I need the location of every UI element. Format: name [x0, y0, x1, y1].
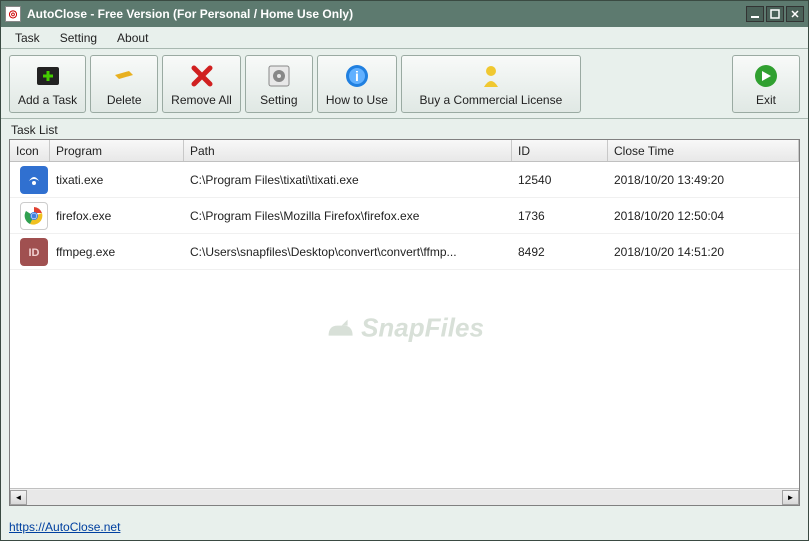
menu-setting[interactable]: Setting	[50, 29, 107, 47]
footer: https://AutoClose.net	[1, 514, 808, 540]
content-area: Task List Icon Program Path ID Close Tim…	[1, 119, 808, 514]
info-icon: i	[342, 61, 372, 91]
watermark: SnapFiles	[325, 313, 484, 344]
window-title: AutoClose - Free Version (For Personal /…	[27, 7, 746, 21]
minimize-icon	[750, 9, 760, 19]
svg-text:i: i	[355, 68, 359, 84]
titlebar: ◎ AutoClose - Free Version (For Personal…	[1, 1, 808, 27]
list-header: Icon Program Path ID Close Time	[10, 140, 799, 162]
maximize-button[interactable]	[766, 6, 784, 22]
cell-program: ffmpeg.exe	[50, 242, 184, 262]
remove-all-icon	[187, 61, 217, 91]
svg-text:ID: ID	[29, 247, 40, 259]
chrome-icon	[20, 202, 48, 230]
exit-button[interactable]: Exit	[732, 55, 800, 113]
toolbar: Add a Task Delete Remove All Setting i H…	[1, 49, 808, 119]
delete-button[interactable]: Delete	[90, 55, 158, 113]
delete-label: Delete	[107, 93, 142, 107]
remove-all-label: Remove All	[171, 93, 232, 107]
remove-all-button[interactable]: Remove All	[162, 55, 241, 113]
exit-label: Exit	[756, 93, 776, 107]
cell-path: C:\Program Files\tixati\tixati.exe	[184, 170, 512, 190]
close-icon	[790, 9, 800, 19]
minimize-button[interactable]	[746, 6, 764, 22]
cell-program: firefox.exe	[50, 206, 184, 226]
cell-time: 2018/10/20 14:51:20	[608, 242, 799, 262]
cell-id: 1736	[512, 206, 608, 226]
menubar: Task Setting About	[1, 27, 808, 49]
add-task-button[interactable]: Add a Task	[9, 55, 86, 113]
task-list: Icon Program Path ID Close Time tixati.e…	[9, 139, 800, 506]
app-window: ◎ AutoClose - Free Version (For Personal…	[0, 0, 809, 541]
header-icon[interactable]: Icon	[10, 140, 50, 161]
cell-program: tixati.exe	[50, 170, 184, 190]
app-icon: ◎	[5, 6, 21, 22]
cell-path: C:\Users\snapfiles\Desktop\convert\conve…	[184, 242, 512, 262]
cell-id: 8492	[512, 242, 608, 262]
table-row[interactable]: tixati.exe C:\Program Files\tixati\tixat…	[10, 162, 799, 198]
cell-time: 2018/10/20 12:50:04	[608, 206, 799, 226]
delete-icon	[109, 61, 139, 91]
setting-label: Setting	[260, 93, 297, 107]
how-to-use-button[interactable]: i How to Use	[317, 55, 397, 113]
task-list-label: Task List	[9, 123, 800, 137]
id-icon: ID	[20, 238, 48, 266]
exit-icon	[751, 61, 781, 91]
maximize-icon	[770, 9, 780, 19]
menu-task[interactable]: Task	[5, 29, 50, 47]
add-task-label: Add a Task	[18, 93, 77, 107]
scroll-left-button[interactable]: ◄	[10, 490, 27, 505]
scroll-track[interactable]	[27, 490, 782, 505]
cell-time: 2018/10/20 13:49:20	[608, 170, 799, 190]
close-button[interactable]	[786, 6, 804, 22]
table-row[interactable]: firefox.exe C:\Program Files\Mozilla Fir…	[10, 198, 799, 234]
menu-about[interactable]: About	[107, 29, 158, 47]
buy-label: Buy a Commercial License	[420, 93, 563, 107]
horizontal-scrollbar[interactable]: ◄ ►	[10, 488, 799, 505]
tixati-icon	[20, 166, 48, 194]
how-to-use-label: How to Use	[326, 93, 388, 107]
setting-button[interactable]: Setting	[245, 55, 313, 113]
header-path[interactable]: Path	[184, 140, 512, 161]
list-body: tixati.exe C:\Program Files\tixati\tixat…	[10, 162, 799, 488]
window-controls	[746, 6, 804, 22]
buy-icon	[476, 61, 506, 91]
cell-path: C:\Program Files\Mozilla Firefox\firefox…	[184, 206, 512, 226]
scroll-right-button[interactable]: ►	[782, 490, 799, 505]
setting-icon	[264, 61, 294, 91]
add-task-icon	[33, 61, 63, 91]
website-link[interactable]: https://AutoClose.net	[9, 520, 120, 534]
cell-id: 12540	[512, 170, 608, 190]
header-close-time[interactable]: Close Time	[608, 140, 799, 161]
header-program[interactable]: Program	[50, 140, 184, 161]
header-id[interactable]: ID	[512, 140, 608, 161]
buy-license-button[interactable]: Buy a Commercial License	[401, 55, 581, 113]
table-row[interactable]: ID ffmpeg.exe C:\Users\snapfiles\Desktop…	[10, 234, 799, 270]
